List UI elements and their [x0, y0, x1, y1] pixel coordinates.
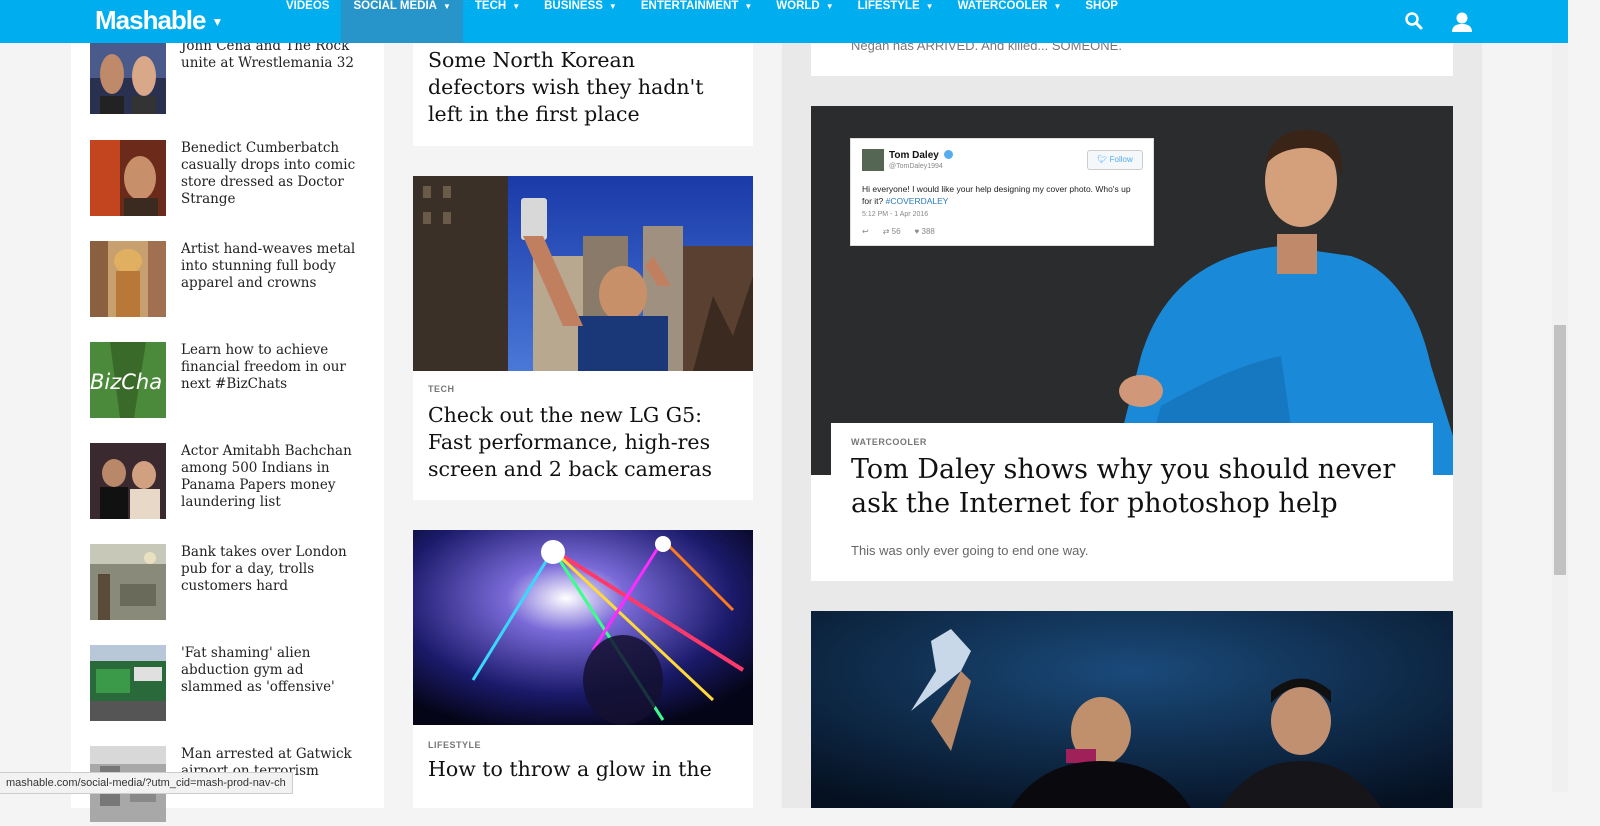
nav-item-watercooler[interactable]: WATERCOOLER ▼ [946, 0, 1074, 43]
article-excerpt: This was only ever going to end one way. [851, 543, 1089, 558]
sidebar-item[interactable]: Actor Amitabh Bachchan among 500 Indians… [90, 443, 370, 523]
follow-button-label: Follow [1109, 155, 1133, 164]
article-headline[interactable]: Check out the new LG G5: Fast performanc… [428, 402, 738, 483]
user-icon[interactable] [1451, 11, 1473, 33]
nav-item-business[interactable]: BUSINESS ▼ [532, 0, 629, 43]
sidebar-item[interactable]: Bank takes over London pub for a day, tr… [90, 544, 370, 624]
sidebar-thumbnail[interactable] [90, 241, 166, 317]
nav-item-entertainment[interactable]: ENTERTAINMENT ▼ [629, 0, 764, 43]
tweet-timestamp[interactable]: 5:12 PM - 1 Apr 2016 [862, 211, 928, 218]
article-card[interactable] [811, 611, 1453, 808]
tweet-actions: ↩ ⇄ 56 ♥ 388 [862, 227, 935, 236]
nav-item-world[interactable]: WORLD ▼ [764, 0, 845, 43]
article-headline[interactable]: Some North Korean defectors wish they ha… [428, 47, 738, 128]
follow-button[interactable]: 🐦︎ Follow [1087, 150, 1143, 170]
bird-icon: 🐦︎ [1097, 155, 1110, 164]
chevron-down-icon[interactable]: ▼ [212, 15, 224, 29]
like-count: 388 [921, 227, 935, 236]
chevron-down-icon: ▼ [442, 2, 451, 11]
featured-article[interactable]: Tom Daley @TomDaley1994 🐦︎ Follow Hi eve… [811, 106, 1453, 581]
sidebar-item[interactable]: Benedict Cumberbatch casually drops into… [90, 140, 370, 220]
sidebar-item[interactable]: Artist hand-weaves metal into stunning f… [90, 241, 370, 321]
nav-item-tech[interactable]: TECH ▼ [463, 0, 532, 43]
sidebar-item[interactable]: 'Fat shaming' alien abduction gym ad sla… [90, 645, 370, 725]
sidebar-item-title[interactable]: Actor Amitabh Bachchan among 500 Indians… [181, 443, 366, 511]
sidebar-thumbnail[interactable] [90, 544, 166, 620]
sidebar-thumbnail[interactable] [90, 140, 166, 216]
article-headline[interactable]: How to throw a glow in the [428, 756, 738, 783]
article-card[interactable]: LIFESTYLE How to throw a glow in the [413, 530, 753, 808]
chevron-down-icon: ▼ [825, 2, 834, 11]
article-card[interactable]: TECH Check out the new LG G5: Fast perfo… [413, 176, 753, 500]
nav-item-videos[interactable]: VIDEOS [274, 0, 341, 43]
sidebar-thumbnail[interactable] [90, 38, 166, 114]
retweet-icon: ⇄ [882, 227, 892, 236]
article-image[interactable] [413, 176, 753, 371]
sidebar-thumbnail[interactable] [90, 443, 166, 519]
article-category[interactable]: WATERCOOLER [851, 437, 927, 447]
status-bar-url: mashable.com/social-media/?utm_cid=mash-… [0, 772, 293, 794]
sidebar-thumbnail[interactable]: BizCha [90, 342, 166, 418]
nav-item-shop[interactable]: SHOP [1073, 0, 1130, 43]
nav-menu: VIDEOS SOCIAL MEDIA ▼ TECH ▼ BUSINESS ▼ ENT… [274, 0, 1130, 43]
article-category[interactable]: TECH [428, 384, 455, 394]
logo[interactable]: Mashable ▼ [95, 5, 223, 36]
tweet-author-handle[interactable]: @TomDaley1994 [889, 163, 943, 170]
embedded-tweet[interactable]: Tom Daley @TomDaley1994 🐦︎ Follow Hi eve… [850, 138, 1154, 246]
chevron-down-icon: ▼ [925, 2, 934, 11]
sidebar-item-title[interactable]: 'Fat shaming' alien abduction gym ad sla… [181, 645, 366, 696]
article-category[interactable]: LIFESTYLE [428, 740, 481, 750]
article-headline[interactable]: Tom Daley shows why you should never ask… [851, 453, 1421, 521]
tweet-hashtag[interactable]: #COVERDALEY [886, 196, 949, 206]
tweet-author-name[interactable]: Tom Daley [889, 150, 939, 161]
verified-badge-icon [944, 150, 953, 159]
top-nav: Mashable ▼ VIDEOS SOCIAL MEDIA ▼ TECH ▼ BUS… [0, 0, 1568, 43]
sidebar-item-title[interactable]: John Cena and The Rock unite at Wrestlem… [181, 38, 366, 72]
nav-item-social-media[interactable]: SOCIAL MEDIA ▼ [341, 0, 463, 43]
sidebar-thumbnail-text: BizCha [90, 370, 162, 394]
chevron-down-icon: ▼ [608, 2, 617, 11]
retweet-count: 56 [891, 227, 901, 236]
article-image[interactable] [413, 530, 753, 725]
sidebar-item-title[interactable]: Benedict Cumberbatch casually drops into… [181, 140, 366, 208]
featured-article-text: WATERCOOLER Tom Daley shows why you shou… [831, 423, 1433, 581]
sidebar-item[interactable]: John Cena and The Rock unite at Wrestlem… [90, 38, 370, 118]
chevron-down-icon: ▼ [512, 2, 521, 11]
nav-item-lifestyle[interactable]: LIFESTYLE ▼ [846, 0, 946, 43]
sidebar-item-title[interactable]: Artist hand-weaves metal into stunning f… [181, 241, 366, 292]
avatar[interactable] [862, 149, 884, 171]
sidebar-item[interactable]: BizCha Learn how to achieve financial fr… [90, 342, 370, 422]
retweet-action[interactable]: ⇄ 56 [883, 227, 901, 236]
scrollbar-thumb[interactable] [1554, 325, 1566, 575]
like-action[interactable]: ♥ 388 [915, 227, 935, 236]
heart-icon: ♥ [914, 227, 922, 236]
chevron-down-icon: ▼ [744, 2, 753, 11]
chevron-down-icon: ▼ [1053, 2, 1062, 11]
logo-text: Mashable [95, 5, 206, 35]
sidebar-thumbnail[interactable] [90, 645, 166, 721]
search-icon[interactable] [1405, 11, 1423, 31]
reply-icon[interactable]: ↩ [862, 227, 869, 236]
sidebar-item-title[interactable]: Learn how to achieve financial freedom i… [181, 342, 366, 393]
sidebar-item-title[interactable]: Bank takes over London pub for a day, tr… [181, 544, 366, 595]
article-image[interactable] [811, 611, 1453, 808]
tweet-text: Hi everyone! I would like your help desi… [862, 183, 1142, 207]
sidebar: John Cena and The Rock unite at Wrestlem… [71, 0, 384, 822]
